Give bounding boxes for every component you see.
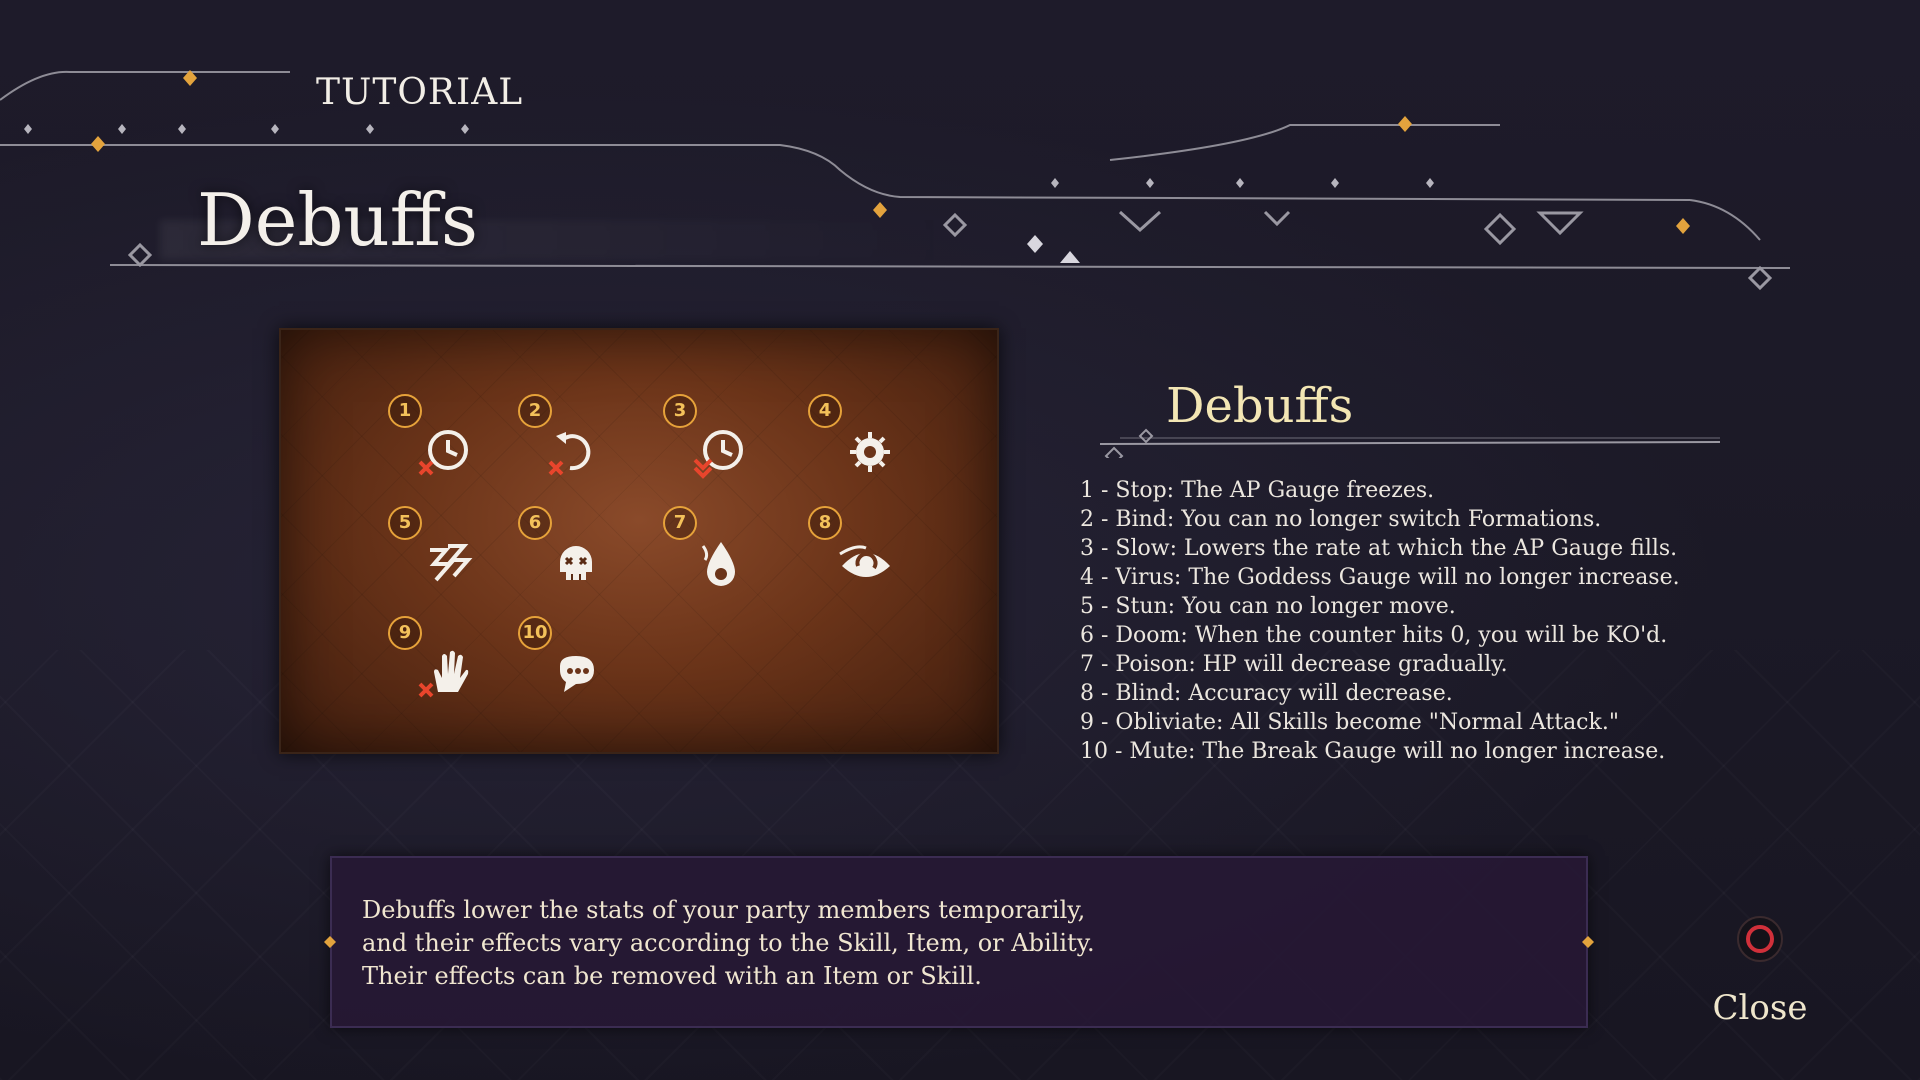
debuff-cell-doom: 6 [518,506,638,596]
effect-item: 5 - Stun: You can no longer move. [1080,594,1456,619]
effect-item: 8 - Blind: Accuracy will decrease. [1080,681,1453,706]
close-button[interactable]: Close [1700,910,1820,1030]
debuff-effect-list: 1 - Stop: The AP Gauge freezes. 2 - Bind… [1080,476,1680,766]
close-label: Close [1712,988,1808,1028]
description-line: Their effects can be removed with an Ite… [362,962,982,990]
effect-item: 2 - Bind: You can no longer switch Forma… [1080,507,1602,532]
debuff-cell-poison: 7 [663,506,783,596]
stun-lightning-icon [429,544,473,582]
obliviate-hand-icon [418,650,469,698]
description-line: Debuffs lower the stats of your party me… [362,896,1086,924]
effect-item: 10 - Mute: The Break Gauge will no longe… [1080,739,1666,764]
gem-ornament-right [1582,936,1594,948]
poison-drop-icon [701,542,735,586]
description-box: Debuffs lower the stats of your party me… [324,856,1594,1028]
effect-item: 9 - Obliviate: All Skills become "Normal… [1080,710,1619,735]
debuff-cell-virus: 4 [808,394,928,484]
bind-arrows-icon [548,432,591,476]
stop-clock-icon [418,430,468,476]
slow-clock-icon [693,430,743,479]
debuff-icon-panel: 1 2 3 4 5 6 7 8 9 10 [279,328,999,754]
gem-ornament-left [324,936,336,948]
effect-item: 4 - Virus: The Goddess Gauge will no lon… [1080,565,1680,590]
effect-item: 7 - Poison: HP will decrease gradually. [1080,652,1508,677]
debuff-cell-obliviate: 9 [388,616,508,706]
description-line: and their effects vary according to the … [362,929,1095,957]
virus-icon [850,432,890,472]
circle-button-icon [1737,916,1783,962]
doom-skull-icon [560,546,592,580]
mute-speech-icon [560,656,594,692]
page-title: Debuffs [197,178,478,262]
effect-item: 3 - Slow: Lowers the rate at which the A… [1080,536,1678,561]
description-text: Debuffs lower the stats of your party me… [362,894,1095,993]
effect-item: 1 - Stop: The AP Gauge freezes. [1080,478,1435,503]
debuff-cell-slow: 3 [663,394,783,484]
debuff-cell-stop: 1 [388,394,508,484]
blind-eye-icon [839,545,890,577]
heading-divider [1099,428,1721,458]
debuff-cell-bind: 2 [518,394,638,484]
effect-item: 6 - Doom: When the counter hits 0, you w… [1080,623,1668,648]
section-label: TUTORIAL [316,72,524,113]
debuff-cell-blind: 8 [808,506,928,596]
details-heading: Debuffs [1166,378,1354,434]
debuff-cell-stun: 5 [388,506,508,596]
debuff-cell-mute: 10 [518,616,638,706]
